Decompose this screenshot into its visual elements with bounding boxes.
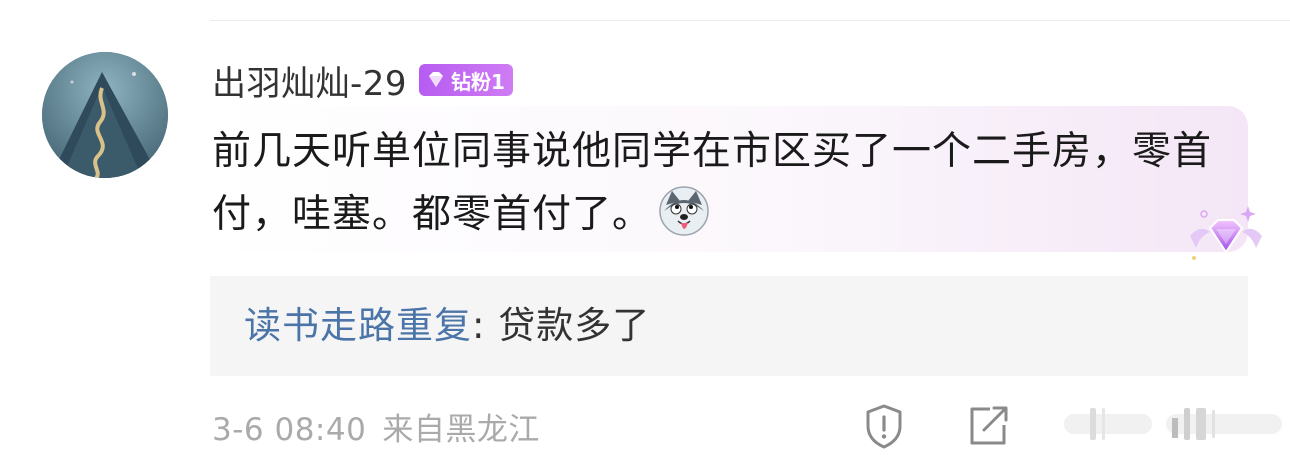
like-icon[interactable] — [1164, 404, 1284, 444]
reply-line: 读书走路重复: 贷款多了 — [244, 300, 650, 352]
reply-username[interactable]: 读书走路重复 — [244, 304, 472, 347]
comment-header: 出羽灿灿-29 钻粉1 — [212, 56, 513, 105]
fan-badge[interactable]: 钻粉1 — [419, 64, 513, 96]
comment-icon[interactable] — [1062, 404, 1154, 444]
fan-badge-label: 钻粉1 — [451, 69, 505, 94]
diamond-fan-medal-icon — [1186, 202, 1266, 266]
username[interactable]: 出羽灿灿-29 — [212, 56, 407, 105]
reply-separator: : — [472, 304, 499, 347]
comment-meta: 3-6 08:40 来自黑龙江 — [212, 404, 556, 449]
comment-body: 前几天听单位同事说他同学在市区买了一个二手房，零首付，哇塞。都零首付了。 — [212, 120, 1212, 246]
husky-dog-emoji-icon — [658, 185, 710, 237]
comment-time: 3-6 08:40 — [212, 412, 367, 448]
report-icon[interactable] — [860, 402, 908, 450]
comment-location: 来自黑龙江 — [382, 412, 540, 448]
diamond-icon — [429, 72, 444, 87]
avatar-image-icon — [42, 52, 168, 178]
avatar[interactable] — [42, 52, 168, 178]
reply-text: 贷款多了 — [498, 304, 651, 347]
top-divider — [210, 20, 1290, 21]
comment-text: 前几天听单位同事说他同学在市区买了一个二手房，零首付，哇塞。都零首付了。 — [212, 129, 1213, 237]
share-icon[interactable] — [964, 402, 1012, 450]
